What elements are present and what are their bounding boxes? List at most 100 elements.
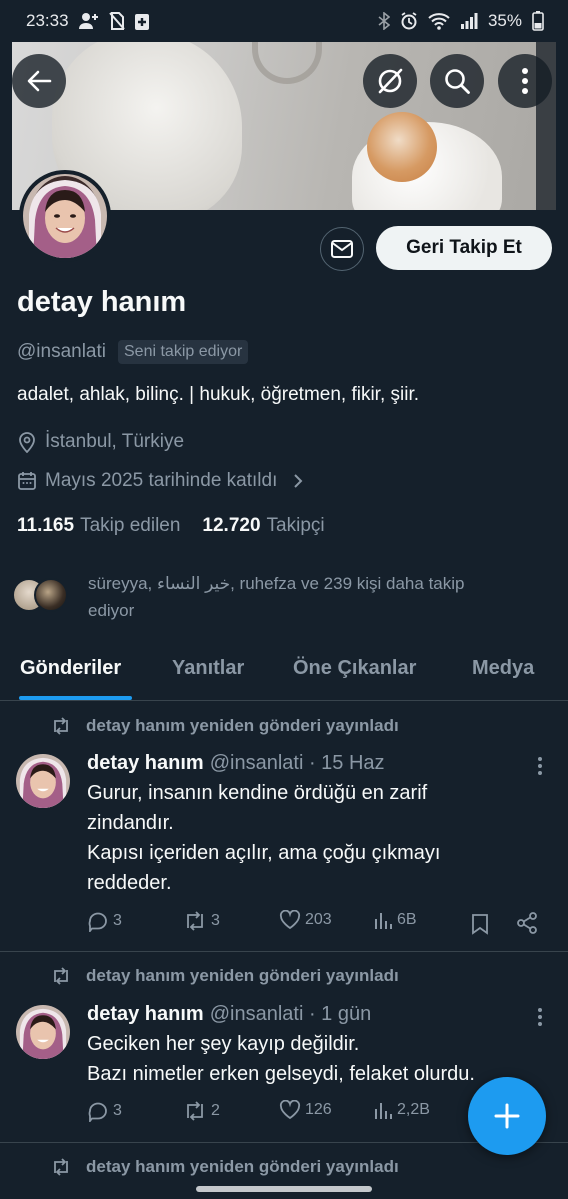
medical-icon xyxy=(134,12,149,30)
chevron-right-icon xyxy=(294,474,303,488)
follower-avatars xyxy=(12,578,78,614)
profile-avatar[interactable] xyxy=(19,170,111,262)
tweet-text-line: Gurur, insanın kendine ördüğü en zarif xyxy=(87,782,428,804)
like-count: 203 xyxy=(305,911,332,928)
heart-icon xyxy=(279,1100,301,1120)
tweet-avatar[interactable] xyxy=(16,1005,70,1059)
bar-chart-icon xyxy=(375,913,392,929)
signal-icon xyxy=(460,12,478,30)
no-sim-icon xyxy=(108,12,125,30)
views-button[interactable]: 6B xyxy=(373,910,417,930)
tab-highlights[interactable]: Öne Çıkanlar xyxy=(293,657,416,680)
tweet-text-line: Bazı nimetler erken gelseydi, felaket ol… xyxy=(87,1063,475,1085)
like-button[interactable]: 203 xyxy=(279,910,332,930)
more-options-button[interactable] xyxy=(498,54,552,108)
reply-button[interactable]: 3 xyxy=(87,1100,122,1122)
followers-link[interactable]: 12.720 Takipçi xyxy=(202,515,324,537)
tab-replies[interactable]: Yanıtlar xyxy=(172,657,244,680)
message-button[interactable] xyxy=(320,227,364,271)
battery-icon xyxy=(532,11,544,31)
share-icon[interactable] xyxy=(516,912,538,934)
envelope-icon xyxy=(331,240,353,258)
more-vertical-icon xyxy=(522,68,528,94)
tab-media[interactable]: Medya xyxy=(472,657,534,680)
profile-location: İstanbul, Türkiye xyxy=(45,431,185,452)
tab-posts[interactable]: Gönderiler xyxy=(20,657,121,680)
tweet-text: Geciken her şey kayıp değildir. Bazı nim… xyxy=(87,1029,537,1089)
reply-button[interactable]: 3 xyxy=(87,910,122,932)
repost-icon xyxy=(187,1101,203,1121)
tweet-header: detay hanım @insanlati · 15 Haz xyxy=(87,752,385,775)
bookmark-icon[interactable] xyxy=(471,913,489,935)
heart-icon xyxy=(279,910,301,930)
follow-back-button[interactable]: Geri Takip Et xyxy=(376,226,552,270)
location-pin-icon xyxy=(19,432,35,453)
location-row: İstanbul, Türkiye xyxy=(17,431,184,453)
repost-button[interactable]: 2 xyxy=(183,1100,220,1122)
tweet-author-name[interactable]: detay hanım xyxy=(87,1003,204,1026)
arrow-left-icon xyxy=(27,70,52,92)
tweet-author-name[interactable]: detay hanım xyxy=(87,752,204,775)
alarm-icon xyxy=(400,12,418,30)
repost-icon xyxy=(54,967,68,985)
reply-count: 3 xyxy=(113,912,122,929)
back-button[interactable] xyxy=(12,54,66,108)
repost-count: 2 xyxy=(211,1102,220,1119)
followed-by-text: süreyya, خير النساء, ruhefza ve 239 kişi… xyxy=(88,570,464,624)
profile-name: detay hanım xyxy=(17,286,187,318)
follows-you-badge: Seni takip ediyor xyxy=(118,340,249,364)
compose-button[interactable] xyxy=(468,1077,546,1155)
like-button[interactable]: 126 xyxy=(279,1100,332,1120)
plus-icon xyxy=(494,1103,520,1129)
follow-counts: 11.165 Takip edilen 12.720 Takipçi xyxy=(17,515,325,537)
profile-tabs: Gönderiler Yanıtlar Öne Çıkanlar Medya xyxy=(0,645,568,701)
repost-text: detay hanım yeniden gönderi yayınladı xyxy=(86,716,399,735)
calendar-icon xyxy=(18,472,36,490)
tweet-avatar[interactable] xyxy=(16,754,70,808)
active-tab-indicator xyxy=(19,696,132,700)
avatar xyxy=(34,578,68,612)
tweet-text-line: Geciken her şey kayıp değildir. xyxy=(87,1033,360,1055)
profile-bio: adalet, ahlak, bilinç. | hukuk, öğretmen… xyxy=(17,384,420,405)
view-count: 2,2B xyxy=(397,1101,430,1118)
bar-chart-icon xyxy=(375,1103,392,1119)
view-count: 6B xyxy=(397,911,417,928)
battery-percent: 35% xyxy=(487,11,522,30)
bluetooth-icon xyxy=(378,12,390,30)
grok-button[interactable] xyxy=(363,54,417,108)
like-count: 126 xyxy=(305,1101,332,1118)
repost-icon xyxy=(54,1158,68,1176)
views-button[interactable]: 2,2B xyxy=(373,1100,430,1120)
home-indicator[interactable] xyxy=(196,1186,372,1192)
repost-icon xyxy=(54,717,68,735)
tweet-text-line: zindandır. xyxy=(87,812,174,834)
repost-button[interactable]: 3 xyxy=(183,910,220,932)
status-bar: 23:33 35% xyxy=(0,0,568,42)
more-horizontal-icon[interactable] xyxy=(530,1007,550,1027)
tweet[interactable]: detay hanım yeniden gönderi yayınladı de… xyxy=(0,702,568,952)
status-time: 23:33 xyxy=(26,11,69,30)
search-icon xyxy=(445,69,470,94)
following-count: 11.165 xyxy=(17,515,75,536)
tweet-meta: @insanlati · 1 gün xyxy=(209,1003,372,1025)
profile-joined: Mayıs 2025 tarihinde katıldı xyxy=(45,470,278,491)
followed-by-row[interactable]: süreyya, خير النساء, ruhefza ve 239 kişi… xyxy=(12,570,552,624)
more-horizontal-icon[interactable] xyxy=(530,756,550,776)
reply-icon xyxy=(88,1102,107,1122)
person-add-icon xyxy=(78,12,99,30)
grok-icon xyxy=(378,68,403,94)
search-button[interactable] xyxy=(430,54,484,108)
followed-by-line2: ediyor xyxy=(88,601,135,620)
repost-indicator: detay hanım yeniden gönderi yayınladı xyxy=(50,966,399,986)
repost-indicator: detay hanım yeniden gönderi yayınladı xyxy=(50,716,399,736)
tweet-text: Gurur, insanın kendine ördüğü en zarif z… xyxy=(87,778,537,898)
followers-count: 12.720 xyxy=(202,515,261,536)
followed-by-line1: süreyya, خير النساء, ruhefza ve 239 kişi… xyxy=(88,574,465,593)
tweet-text-line: reddeder. xyxy=(87,872,172,894)
joined-row[interactable]: Mayıs 2025 tarihinde katıldı xyxy=(17,470,305,492)
handle-row: @insanlati Seni takip ediyor xyxy=(17,340,249,364)
reply-icon xyxy=(88,912,107,932)
repost-icon xyxy=(187,911,203,931)
following-link[interactable]: 11.165 Takip edilen xyxy=(17,515,180,537)
repost-count: 3 xyxy=(211,912,220,929)
